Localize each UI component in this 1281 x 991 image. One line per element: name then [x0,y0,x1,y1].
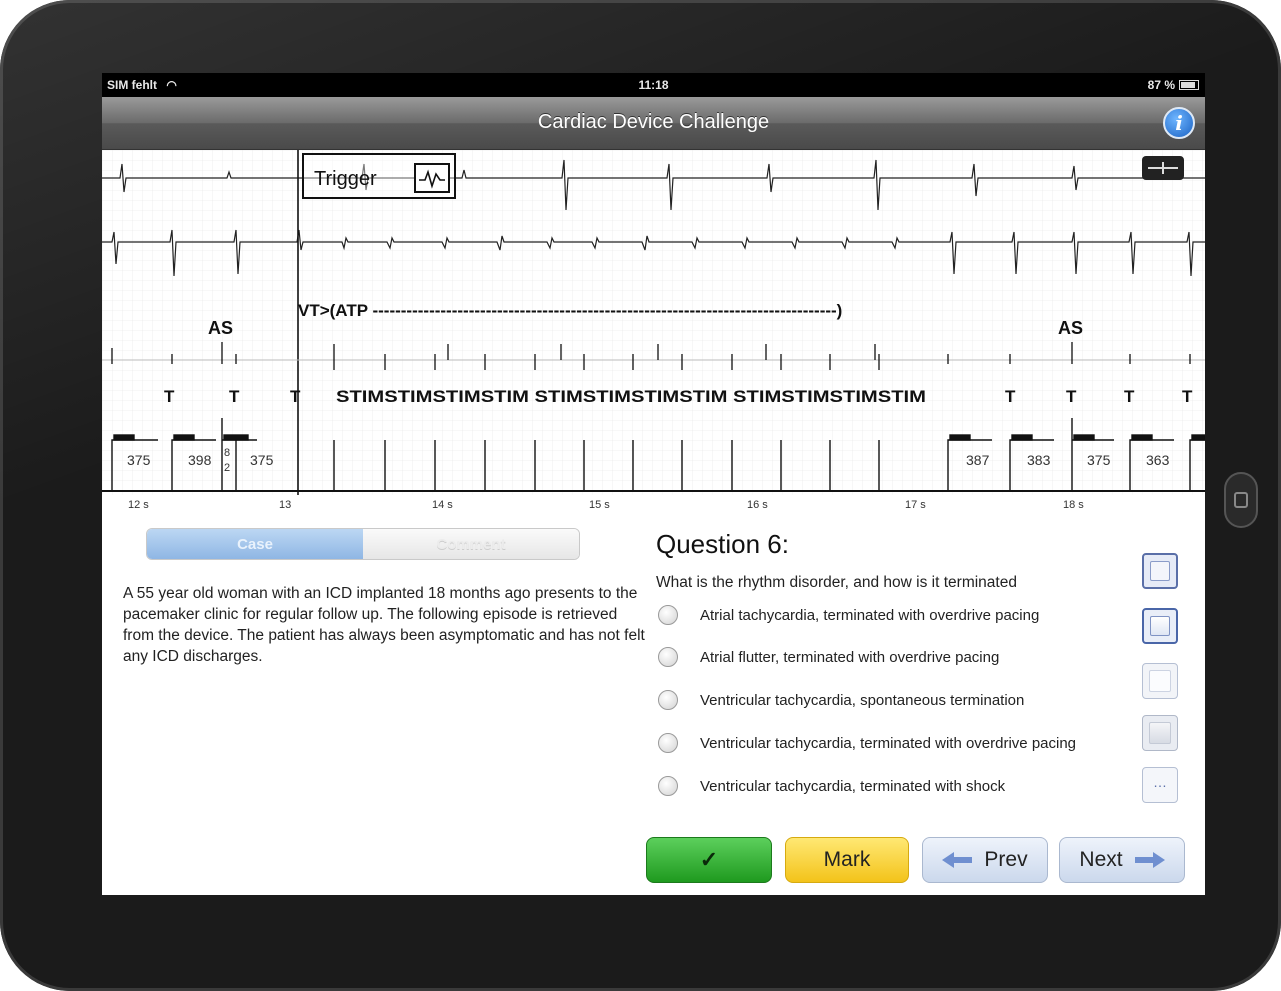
document-icon[interactable] [1142,608,1178,644]
check-icon: ✓ [699,847,719,872]
interval-small-2: 2 [224,462,230,474]
page-title: Cardiac Device Challenge [537,111,770,133]
people-icon[interactable] [1142,715,1178,751]
tab-case[interactable]: Case [147,529,363,559]
strip-overview-icon[interactable] [1142,553,1178,589]
question-prompt: What is the rhythm disorder, and how is … [656,574,1017,591]
answer-label: Ventricular tachycardia, spontaneous ter… [700,691,1025,709]
chart-icon[interactable] [1142,663,1178,699]
ecg-strip: Trigger VT>(ATP ------------------------… [102,150,1205,495]
home-button[interactable] [1224,472,1258,528]
submit-button[interactable]: ✓ [646,837,772,883]
mark-button[interactable]: Mark [785,837,909,883]
home-square-icon [1234,492,1248,508]
marker-t-right-2: T [1066,387,1077,406]
time-label-13: 13 [279,499,292,511]
interval-left-3: 375 [250,452,274,468]
marker-t-right-1: T [1005,387,1016,406]
answer-label: Atrial tachycardia, terminated with over… [700,606,1040,624]
next-label: Next [1079,848,1123,871]
interval-left-2: 398 [188,452,212,468]
arrow-right-icon [1134,852,1165,868]
marker-t-left-2: T [229,387,240,406]
interval-right-1: 387 [966,452,990,468]
trigger-label: Trigger [314,168,377,190]
interval-right-2: 383 [1027,452,1051,468]
marker-t-right-3: T [1124,387,1135,406]
answer-option[interactable]: Atrial tachycardia, terminated with over… [658,605,1039,625]
as-label-left: AS [208,318,233,338]
marker-t-left-1: T [164,387,175,406]
ecg-grid [102,150,1205,495]
battery-icon [1179,80,1199,90]
as-label-right: AS [1058,318,1083,338]
answer-option[interactable]: Ventricular tachycardia, terminated with… [658,733,1076,753]
case-comment-tabs: Case Comment [146,528,580,560]
info-icon[interactable]: i [1163,107,1195,139]
stim-markers: STIMSTIMSTIMSTIM STIMSTIMSTIMSTIM STIMST… [336,387,926,406]
status-time: 11:18 [638,78,669,92]
answer-option[interactable]: Atrial flutter, terminated with overdriv… [658,647,999,667]
time-label-17: 17 s [905,499,926,511]
interval-right-4: 363 [1146,452,1170,468]
battery-indicator: 87 % [1148,78,1199,92]
prev-label: Prev [984,848,1028,871]
answer-label: Atrial flutter, terminated with overdriv… [700,648,1000,666]
nav-bar: Cardiac Device Challenge i [102,97,1205,150]
answer-label: Ventricular tachycardia, terminated with… [700,734,1077,752]
interval-right-3: 375 [1087,452,1111,468]
radio-button[interactable] [658,647,678,667]
battery-percent: 87 % [1147,78,1175,92]
prev-button[interactable]: Prev [922,837,1048,883]
time-axis: 12 s 13 14 s 15 s 16 s 17 s 18 s [102,493,1205,513]
radio-button[interactable] [658,605,678,625]
interval-small-1: 8 [224,447,230,459]
status-bar: SIM fehlt ◠ 11:18 87 % [102,73,1205,97]
case-description: A 55 year old woman with an ICD implante… [123,585,645,665]
time-label-16: 16 s [747,499,768,511]
time-label-12: 12 s [128,499,149,511]
next-button[interactable]: Next [1059,837,1185,883]
marker-t-right-4: T [1182,387,1193,406]
arrow-left-icon [942,852,973,868]
answer-label: Ventricular tachycardia, terminated with… [700,777,1006,795]
radio-button[interactable] [658,690,678,710]
answer-option[interactable]: Ventricular tachycardia, terminated with… [658,776,1005,796]
radio-button[interactable] [658,733,678,753]
time-label-18: 18 s [1063,499,1084,511]
vt-annotation: VT>(ATP --------------------------------… [298,301,842,320]
screen: SIM fehlt ◠ 11:18 87 % Cardiac Device Ch… [102,73,1205,895]
time-label-14: 14 s [432,499,453,511]
marker-t-left-3: T [290,387,301,406]
answer-option[interactable]: Ventricular tachycardia, spontaneous ter… [658,690,1024,710]
tab-comment[interactable]: Comment [363,529,579,559]
time-label-15: 15 s [589,499,610,511]
question-title: Question 6: [656,529,789,559]
more-icon[interactable]: … [1142,767,1178,803]
interval-left-1: 375 [127,452,151,468]
radio-button[interactable] [658,776,678,796]
